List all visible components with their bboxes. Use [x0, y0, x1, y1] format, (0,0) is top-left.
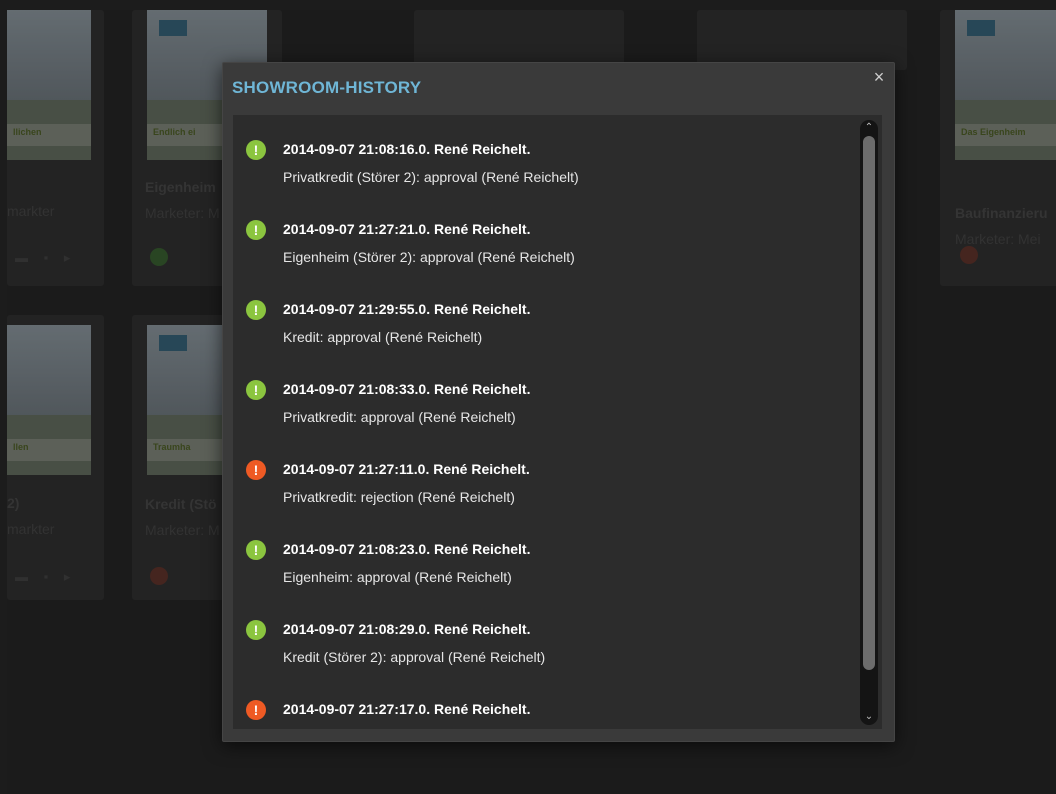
- entry-header: 2014-09-07 21:27:21.0. René Reichelt.: [283, 221, 531, 237]
- history-entry: ! 2014-09-07 21:27:17.0. René Reichelt.: [246, 698, 836, 729]
- scroll-thumb[interactable]: [863, 136, 875, 670]
- entry-detail: Eigenheim: approval (René Reichelt): [283, 569, 512, 585]
- entry-header: 2014-09-07 21:08:23.0. René Reichelt.: [283, 541, 531, 557]
- exclamation-icon: !: [246, 380, 266, 400]
- history-modal: SHOWROOM-HISTORY × ! 2014-09-07 21:08:16…: [222, 62, 895, 742]
- entry-detail: Kredit (Störer 2): approval (René Reiche…: [283, 649, 546, 665]
- history-entry: ! 2014-09-07 21:27:21.0. René Reichelt. …: [246, 218, 836, 278]
- close-icon[interactable]: ×: [869, 67, 889, 87]
- history-entry: ! 2014-09-07 21:29:55.0. René Reichelt. …: [246, 298, 836, 358]
- entry-detail: Privatkredit: approval (René Reichelt): [283, 409, 516, 425]
- entry-header: 2014-09-07 21:27:17.0. René Reichelt.: [283, 701, 531, 717]
- history-entry: ! 2014-09-07 21:08:23.0. René Reichelt. …: [246, 538, 836, 598]
- exclamation-icon: !: [246, 700, 266, 720]
- exclamation-icon: !: [246, 460, 266, 480]
- entry-header: 2014-09-07 21:29:55.0. René Reichelt.: [283, 301, 531, 317]
- entry-detail: Privatkredit: rejection (René Reichelt): [283, 489, 515, 505]
- entry-header: 2014-09-07 21:27:11.0. René Reichelt.: [283, 461, 530, 477]
- history-entry: ! 2014-09-07 21:08:33.0. René Reichelt. …: [246, 378, 836, 438]
- entry-detail: Kredit: approval (René Reichelt): [283, 329, 483, 345]
- history-entry: ! 2014-09-07 21:08:16.0. René Reichelt. …: [246, 138, 836, 198]
- vertical-scrollbar[interactable]: ⌃ ⌄: [860, 120, 878, 725]
- exclamation-icon: !: [246, 300, 266, 320]
- entry-detail: Eigenheim (Störer 2): approval (René Rei…: [283, 249, 575, 265]
- entry-header: 2014-09-07 21:08:29.0. René Reichelt.: [283, 621, 531, 637]
- entry-header: 2014-09-07 21:08:33.0. René Reichelt.: [283, 381, 531, 397]
- exclamation-icon: !: [246, 540, 266, 560]
- scroll-up-icon[interactable]: ⌃: [860, 121, 878, 135]
- entry-header: 2014-09-07 21:08:16.0. René Reichelt.: [283, 141, 531, 157]
- history-entry: ! 2014-09-07 21:27:11.0. René Reichelt. …: [246, 458, 836, 518]
- scroll-down-icon[interactable]: ⌄: [860, 710, 878, 724]
- exclamation-icon: !: [246, 220, 266, 240]
- exclamation-icon: !: [246, 140, 266, 160]
- modal-title: SHOWROOM-HISTORY: [232, 78, 422, 97]
- history-list: ! 2014-09-07 21:08:16.0. René Reichelt. …: [233, 115, 882, 729]
- entry-detail: Privatkredit (Störer 2): approval (René …: [283, 169, 579, 185]
- exclamation-icon: !: [246, 620, 266, 640]
- history-entry: ! 2014-09-07 21:08:29.0. René Reichelt. …: [246, 618, 836, 678]
